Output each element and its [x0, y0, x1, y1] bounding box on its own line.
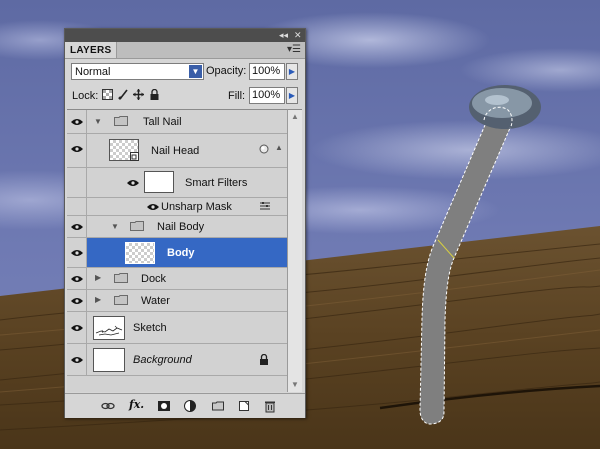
- chevron-down-icon[interactable]: ▼: [189, 65, 202, 78]
- layer-row-nail-body[interactable]: ▼ Nail Body: [67, 216, 287, 238]
- eye-icon[interactable]: [71, 324, 83, 332]
- layer-row-water[interactable]: ▶ Water: [67, 290, 287, 312]
- eye-icon[interactable]: [71, 356, 83, 364]
- visibility-cell: [67, 134, 87, 167]
- layer-row-body[interactable]: Body: [67, 238, 287, 268]
- layer-name: Nail Body: [157, 221, 205, 233]
- layer-name: Tall Nail: [143, 116, 182, 128]
- disclosure-collapsed-icon[interactable]: ▶: [95, 295, 103, 304]
- layer-name: Nail Head: [151, 145, 200, 157]
- collapse-panel-icon[interactable]: ◂◂: [279, 30, 288, 40]
- add-mask-icon[interactable]: [157, 399, 171, 413]
- disclosure-collapsed-icon[interactable]: ▶: [95, 273, 103, 282]
- eye-icon[interactable]: [147, 203, 159, 211]
- eye-icon[interactable]: [127, 179, 139, 187]
- eye-icon[interactable]: [71, 297, 83, 305]
- blend-opacity-row: Normal ▼ Opacity: 100% ▶: [69, 63, 301, 83]
- smart-object-badge-icon: [130, 152, 139, 161]
- layer-row-dock[interactable]: ▶ Dock: [67, 268, 287, 290]
- opacity-label: Opacity:: [206, 65, 247, 77]
- visibility-cell: [67, 290, 87, 311]
- opacity-input[interactable]: 100%: [249, 63, 285, 80]
- layer-name: Background: [133, 354, 192, 366]
- layer-name: Water: [141, 295, 170, 307]
- layer-row-background[interactable]: Background: [67, 344, 287, 376]
- lock-label: Lock:: [72, 90, 99, 102]
- layer-name: Body: [167, 247, 195, 259]
- blend-mode-value: Normal: [75, 66, 111, 78]
- lock-all-icon[interactable]: [149, 89, 160, 100]
- panel-bottom-toolbar: fx.: [65, 393, 305, 418]
- layer-lock-icon: [260, 354, 268, 365]
- layer-row-smart-filters[interactable]: Smart Filters: [67, 168, 287, 198]
- scroll-up-icon[interactable]: ▲: [288, 110, 302, 124]
- fill-input[interactable]: 100%: [249, 87, 285, 104]
- folder-icon: [114, 116, 128, 126]
- close-panel-icon[interactable]: ✕: [294, 30, 302, 40]
- folder-icon: [114, 295, 128, 305]
- folder-icon: [114, 273, 128, 283]
- layer-row-sketch[interactable]: Sketch: [67, 312, 287, 344]
- eye-icon[interactable]: [71, 275, 83, 283]
- layer-name: Smart Filters: [185, 177, 248, 189]
- lock-transparent-pixels-icon[interactable]: [102, 89, 113, 100]
- adjustment-layer-icon[interactable]: [183, 399, 197, 413]
- smart-filter-mask-thumbnail: [144, 171, 174, 193]
- fill-label: Fill:: [228, 90, 246, 102]
- visibility-cell: [67, 238, 87, 267]
- layer-list-scrollbar[interactable]: ▲ ▼: [287, 109, 302, 392]
- visibility-cell: [67, 312, 87, 343]
- disclosure-expanded-icon[interactable]: ▼: [94, 117, 102, 126]
- panel-tab-row: LAYERS ▾☰: [65, 42, 305, 59]
- layer-name: Dock: [141, 273, 167, 285]
- visibility-cell: [67, 110, 87, 133]
- visibility-cell: [67, 216, 87, 237]
- visibility-cell: [67, 198, 87, 215]
- new-layer-icon[interactable]: [237, 399, 251, 413]
- fill-slider-arrow-icon[interactable]: ▶: [286, 87, 298, 104]
- layer-row-unsharp-mask[interactable]: Unsharp Mask: [67, 198, 287, 216]
- layer-row-nail-head[interactable]: Nail Head ▲: [67, 134, 287, 168]
- visibility-cell: [67, 344, 87, 375]
- visibility-cell: [67, 268, 87, 289]
- layer-style-fx-icon[interactable]: fx.: [129, 398, 144, 412]
- smart-filter-indicator-icon[interactable]: [259, 144, 269, 154]
- layers-panel: ◂◂ ✕ LAYERS ▾☰ Normal ▼ Opacity: 100% ▶ …: [64, 28, 306, 418]
- eye-icon[interactable]: [71, 145, 83, 153]
- layer-name: Sketch: [133, 322, 167, 334]
- panel-title-bar[interactable]: ◂◂ ✕: [65, 29, 305, 42]
- panel-menu-icon[interactable]: ▾☰: [287, 44, 301, 55]
- layer-row-tall-nail[interactable]: ▼ Tall Nail: [67, 110, 287, 134]
- filter-blending-options-icon[interactable]: [259, 201, 271, 211]
- eye-icon[interactable]: [71, 118, 83, 126]
- disclosure-expanded-icon[interactable]: ▼: [111, 222, 119, 231]
- visibility-cell: [67, 168, 87, 197]
- opacity-slider-arrow-icon[interactable]: ▶: [286, 63, 298, 80]
- lock-position-icon[interactable]: [133, 89, 144, 100]
- sketch-thumbnail: [93, 316, 125, 340]
- lock-fill-row: Lock: Fill: 100% ▶: [69, 87, 301, 107]
- blend-mode-select[interactable]: Normal ▼: [71, 63, 204, 80]
- folder-icon: [130, 221, 144, 231]
- collapse-effects-icon[interactable]: ▲: [275, 143, 283, 152]
- eye-icon[interactable]: [71, 249, 83, 257]
- tab-layers[interactable]: LAYERS: [65, 42, 118, 58]
- layer-thumbnail: [125, 242, 155, 264]
- scroll-down-icon[interactable]: ▼: [288, 378, 302, 392]
- delete-layer-icon[interactable]: [263, 399, 277, 413]
- layer-thumbnail: [93, 348, 125, 372]
- eye-icon[interactable]: [71, 223, 83, 231]
- lock-image-pixels-icon[interactable]: [118, 89, 129, 100]
- layer-name: Unsharp Mask: [161, 201, 232, 213]
- new-group-icon[interactable]: [211, 399, 225, 413]
- layer-list: ▼ Tall Nail Nail Head ▲ Smart Filters Un…: [67, 109, 287, 392]
- link-layers-icon[interactable]: [101, 399, 115, 413]
